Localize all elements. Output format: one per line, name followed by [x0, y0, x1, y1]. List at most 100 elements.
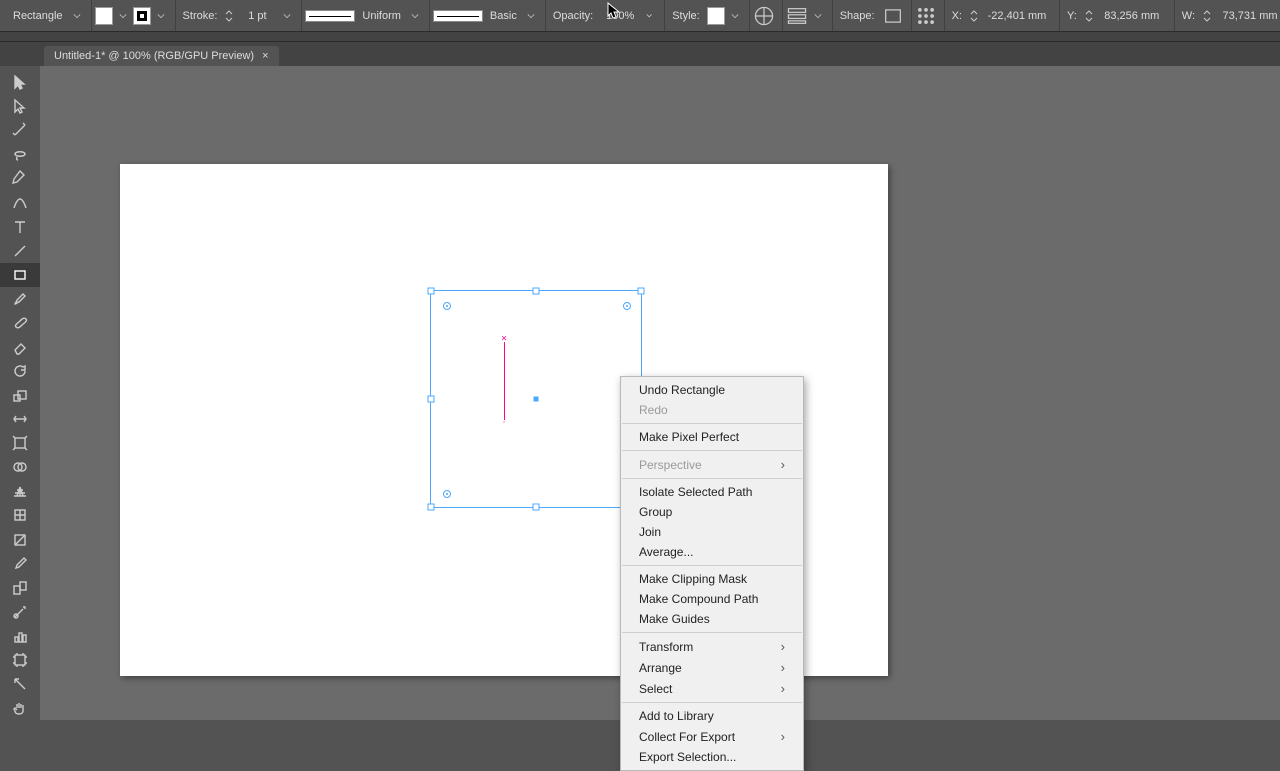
stroke-profile-preview[interactable]: [305, 10, 355, 22]
tool-artboard[interactable]: [0, 648, 40, 672]
style-swatch[interactable]: [707, 7, 725, 25]
tool-brush[interactable]: [0, 287, 40, 311]
align-dropdown[interactable]: [811, 9, 825, 23]
tool-mesh[interactable]: [0, 503, 40, 527]
menu-item-label: Export Selection...: [639, 750, 736, 764]
tool-gradient[interactable]: [0, 527, 40, 551]
y-input[interactable]: [1097, 10, 1167, 22]
anchor-dot-icon: ·: [502, 417, 505, 428]
menu-item-average[interactable]: Average...: [621, 542, 803, 562]
document-tabs: Untitled-1* @ 100% (RGB/GPU Preview) ×: [0, 42, 1280, 66]
brush-preview[interactable]: [433, 10, 483, 22]
menu-item-select[interactable]: Select: [621, 678, 803, 699]
selection-rectangle[interactable]: [430, 290, 642, 508]
w-input[interactable]: [1215, 10, 1280, 22]
tool-line[interactable]: [0, 239, 40, 263]
menu-item-isolate-selected-path[interactable]: Isolate Selected Path: [621, 482, 803, 502]
menu-item-undo-rectangle[interactable]: Undo Rectangle: [621, 380, 803, 400]
stroke-swatch-dropdown[interactable]: [154, 9, 168, 23]
y-spinner[interactable]: [1084, 9, 1094, 22]
tool-rectangle[interactable]: [0, 263, 40, 287]
tool-lasso[interactable]: [0, 142, 40, 166]
menu-item-label: Collect For Export: [639, 730, 735, 744]
opacity-dropdown[interactable]: [643, 9, 657, 23]
menu-item-label: Add to Library: [639, 709, 714, 723]
tools-panel: [0, 66, 40, 720]
menu-item-make-compound-path[interactable]: Make Compound Path: [621, 589, 803, 609]
menu-item-label: Make Pixel Perfect: [639, 430, 739, 444]
menu-item-transform[interactable]: Transform: [621, 636, 803, 657]
document-tab-title: Untitled-1* @ 100% (RGB/GPU Preview): [54, 50, 254, 62]
document-tab[interactable]: Untitled-1* @ 100% (RGB/GPU Preview) ×: [44, 46, 279, 66]
tool-rotate[interactable]: [0, 359, 40, 383]
recolor-icon[interactable]: [753, 5, 775, 27]
tool-eyedropper[interactable]: [0, 552, 40, 576]
align-icon[interactable]: [786, 5, 808, 27]
menu-item-add-to-library[interactable]: Add to Library: [621, 706, 803, 726]
menu-item-export-selection[interactable]: Export Selection...: [621, 747, 803, 767]
tool-blob-brush[interactable]: [0, 311, 40, 335]
shape-rect-icon[interactable]: [882, 5, 904, 27]
menu-item-label: Make Compound Path: [639, 592, 758, 606]
opacity-input[interactable]: [600, 10, 640, 22]
options-bar: Rectangle Stroke: Uniform Basic Opacity:…: [0, 0, 1280, 32]
menu-item-label: Join: [639, 525, 661, 539]
menu-item-label: Transform: [639, 640, 693, 654]
tool-symbol-sprayer[interactable]: [0, 600, 40, 624]
menu-item-arrange[interactable]: Arrange: [621, 657, 803, 678]
context-menu: Undo RectangleRedoMake Pixel PerfectPers…: [620, 376, 804, 771]
y-label: Y:: [1063, 10, 1081, 22]
menu-item-make-pixel-perfect[interactable]: Make Pixel Perfect: [621, 427, 803, 447]
tool-curvature[interactable]: [0, 190, 40, 214]
tool-free-transform[interactable]: [0, 431, 40, 455]
stroke-profile-dropdown[interactable]: [408, 9, 422, 23]
menu-separator: [622, 450, 802, 451]
stroke-weight-input[interactable]: [237, 10, 277, 22]
tool-width[interactable]: [0, 407, 40, 431]
fill-swatch[interactable]: [95, 7, 113, 25]
menu-item-label: Average...: [639, 545, 693, 559]
tool-direct-selection[interactable]: [0, 94, 40, 118]
w-spinner[interactable]: [1202, 9, 1212, 22]
tool-hand[interactable]: [0, 696, 40, 720]
tool-blend[interactable]: [0, 576, 40, 600]
menu-separator: [622, 702, 802, 703]
menu-item-label: Make Guides: [639, 612, 710, 626]
tool-slice[interactable]: [0, 672, 40, 696]
stroke-weight-dropdown[interactable]: [280, 9, 294, 23]
transform-ref-icon[interactable]: [915, 5, 937, 27]
tool-scale[interactable]: [0, 383, 40, 407]
x-input[interactable]: [982, 10, 1052, 22]
menu-item-label: Group: [639, 505, 672, 519]
x-label: X:: [948, 10, 966, 22]
menu-separator: [622, 423, 802, 424]
stroke-swatch[interactable]: [133, 7, 151, 25]
menu-item-label: Isolate Selected Path: [639, 485, 752, 499]
menu-item-collect-for-export[interactable]: Collect For Export: [621, 726, 803, 747]
fill-dropdown[interactable]: [116, 9, 130, 23]
style-dropdown[interactable]: [728, 9, 742, 23]
tool-type[interactable]: [0, 214, 40, 238]
menu-item-join[interactable]: Join: [621, 522, 803, 542]
tool-magic-wand[interactable]: [0, 118, 40, 142]
shape-dropdown[interactable]: [70, 9, 84, 23]
w-label: W:: [1178, 10, 1199, 22]
x-spinner[interactable]: [969, 9, 979, 22]
guide-line: [504, 342, 505, 420]
tool-shape-builder[interactable]: [0, 455, 40, 479]
tool-selection[interactable]: [0, 70, 40, 94]
menu-item-redo: Redo: [621, 400, 803, 420]
tool-perspective-grid[interactable]: [0, 479, 40, 503]
tool-column-graph[interactable]: [0, 624, 40, 648]
close-tab-icon[interactable]: ×: [262, 50, 268, 62]
menu-item-make-guides[interactable]: Make Guides: [621, 609, 803, 629]
shape-name: Rectangle: [9, 10, 67, 22]
brush-dropdown[interactable]: [524, 9, 538, 23]
stroke-weight-spinner[interactable]: [224, 9, 234, 22]
menu-item-group[interactable]: Group: [621, 502, 803, 522]
menu-separator: [622, 632, 802, 633]
menu-separator: [622, 565, 802, 566]
tool-pen[interactable]: [0, 166, 40, 190]
menu-item-make-clipping-mask[interactable]: Make Clipping Mask: [621, 569, 803, 589]
tool-eraser[interactable]: [0, 335, 40, 359]
